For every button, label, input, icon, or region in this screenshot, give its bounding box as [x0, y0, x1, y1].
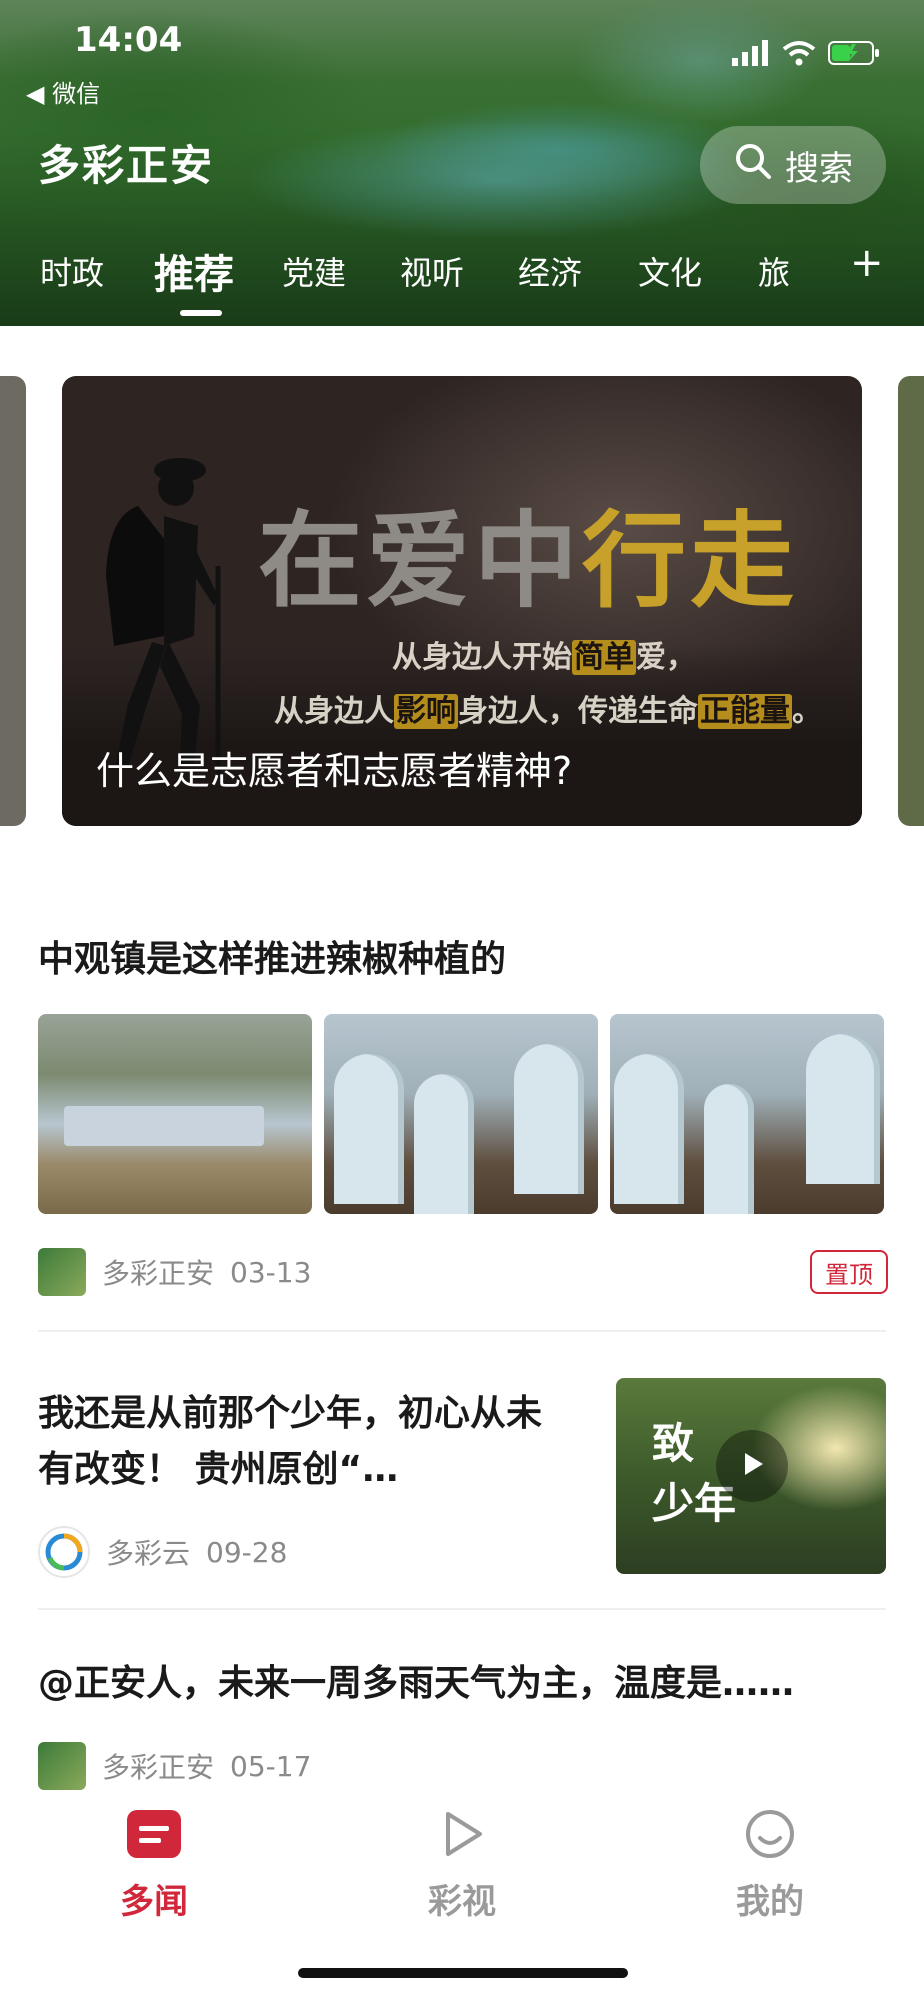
feed-item-meta: 多彩正安 05-17: [38, 1742, 311, 1790]
banner-subtitle-line2: 从身边人影响身边人，传递生命正能量。: [274, 686, 822, 730]
publish-date: 03-13: [230, 1255, 312, 1289]
tunnel-shape: [514, 1044, 584, 1194]
source-avatar: [38, 1742, 86, 1790]
source-name[interactable]: 多彩云: [106, 1532, 190, 1572]
home-indicator[interactable]: [298, 1968, 628, 1978]
feed-divider: [38, 1330, 886, 1332]
banner-line1-highlight: 简单: [572, 640, 636, 675]
tab-tuijian[interactable]: 推荐: [154, 242, 234, 300]
banner-headline-part1: 在爱中: [258, 500, 583, 622]
search-button[interactable]: 搜索: [700, 126, 886, 204]
publish-date: 09-28: [206, 1535, 288, 1569]
feed-divider: [38, 1608, 886, 1610]
tab-dangjian[interactable]: 党建: [282, 248, 346, 294]
battery-icon: [828, 40, 880, 70]
banner-slide[interactable]: 在爱中行走 从身边人开始简单爱， 从身边人影响身边人，传递生命正能量。 什么是志…: [62, 376, 862, 826]
source-name[interactable]: 多彩正安: [102, 1252, 214, 1292]
nav-label: 彩视: [428, 1882, 496, 1922]
tunnel-shape: [334, 1054, 404, 1204]
tab-jingji[interactable]: 经济: [518, 248, 582, 294]
feed-item-image-grid[interactable]: [38, 1014, 886, 1214]
tab-shizheng[interactable]: 时政: [40, 248, 104, 294]
feed-item-meta: 多彩云 09-28: [38, 1526, 287, 1578]
source-avatar: [38, 1248, 86, 1296]
status-time: 14:04: [74, 20, 183, 60]
banner-subtitle-line1: 从身边人开始简单爱，: [392, 632, 696, 676]
feed-video-thumbnail[interactable]: 致少年: [616, 1378, 886, 1574]
tunnel-shape: [414, 1074, 474, 1214]
active-tab-indicator: [180, 310, 222, 316]
banner-line1-text-b: 爱，: [636, 640, 696, 675]
nav-label: 我的: [736, 1882, 804, 1922]
nav-caishi[interactable]: 彩视: [382, 1808, 542, 1923]
nav-wode[interactable]: 我的: [690, 1808, 850, 1923]
banner-line2-text-c: 。: [792, 694, 822, 729]
banner-caption[interactable]: 什么是志愿者和志愿者精神?: [96, 740, 572, 795]
back-to-wechat[interactable]: ◀ 微信: [26, 74, 100, 109]
banner-line1-text-a: 从身边人开始: [392, 640, 572, 675]
play-button[interactable]: [716, 1430, 788, 1502]
feed-image-greenhouse-field[interactable]: [38, 1014, 312, 1214]
carousel-prev-peek[interactable]: [0, 376, 26, 826]
banner-line2-text-b: 身边人，传递生命: [458, 694, 698, 729]
tab-shiting[interactable]: 视听: [400, 248, 464, 294]
tunnel-shape: [704, 1084, 754, 1214]
nav-duowen[interactable]: 多闻: [74, 1808, 234, 1923]
search-label: 搜索: [785, 148, 853, 189]
hiker-silhouette-icon: [68, 446, 248, 790]
source-avatar: [38, 1526, 90, 1578]
search-icon: [733, 141, 773, 190]
greenhouse-roof: [64, 1106, 264, 1146]
tunnel-shape: [614, 1054, 684, 1204]
feed-item-title[interactable]: 我还是从前那个少年，初心从未有改变！ 贵州原创“…: [38, 1386, 568, 1498]
feed-item-title[interactable]: @正安人，未来一周多雨天气为主，温度是……: [38, 1654, 794, 1706]
category-tabs: 时政 推荐 党建 视听 经济 文化 旅 +: [0, 240, 924, 310]
profile-smile-icon: [744, 1808, 796, 1864]
signal-icon: [732, 40, 770, 70]
tunnel-shape: [806, 1034, 880, 1184]
banner-line2-text-a: 从身边人: [274, 694, 394, 729]
publish-date: 05-17: [230, 1749, 312, 1783]
wifi-icon: [782, 40, 816, 70]
tab-wenhua[interactable]: 文化: [638, 248, 702, 294]
nav-label: 多闻: [120, 1882, 188, 1922]
play-outline-icon: [436, 1808, 488, 1864]
feed-image-greenhouse-workers[interactable]: [610, 1014, 884, 1214]
feed-item-meta: 多彩正安 03-13: [38, 1248, 311, 1296]
header-hero: 14:04 ◀ 微信 多彩正安 搜索 时政 推荐 党建 视听 经济 文化 旅 +: [0, 0, 924, 326]
app-title: 多彩正安: [38, 141, 215, 190]
add-tab-button[interactable]: +: [850, 240, 884, 286]
feed-image-greenhouse-row[interactable]: [324, 1014, 598, 1214]
feed-item-title[interactable]: 中观镇是这样推进辣椒种植的: [38, 930, 506, 982]
news-icon: [125, 1808, 183, 1864]
banner-headline-part2: 行走: [582, 500, 799, 622]
banner-headline: 在爱中行走: [258, 476, 798, 627]
pinned-badge: 置顶: [810, 1250, 888, 1294]
status-icons: [732, 40, 880, 70]
banner-line2-highlight2: 正能量: [698, 694, 792, 729]
banner-line2-highlight1: 影响: [394, 694, 458, 729]
carousel-next-peek[interactable]: [898, 376, 924, 826]
play-icon: [737, 1449, 767, 1483]
source-name[interactable]: 多彩正安: [102, 1746, 214, 1786]
tab-lv[interactable]: 旅: [758, 248, 790, 294]
